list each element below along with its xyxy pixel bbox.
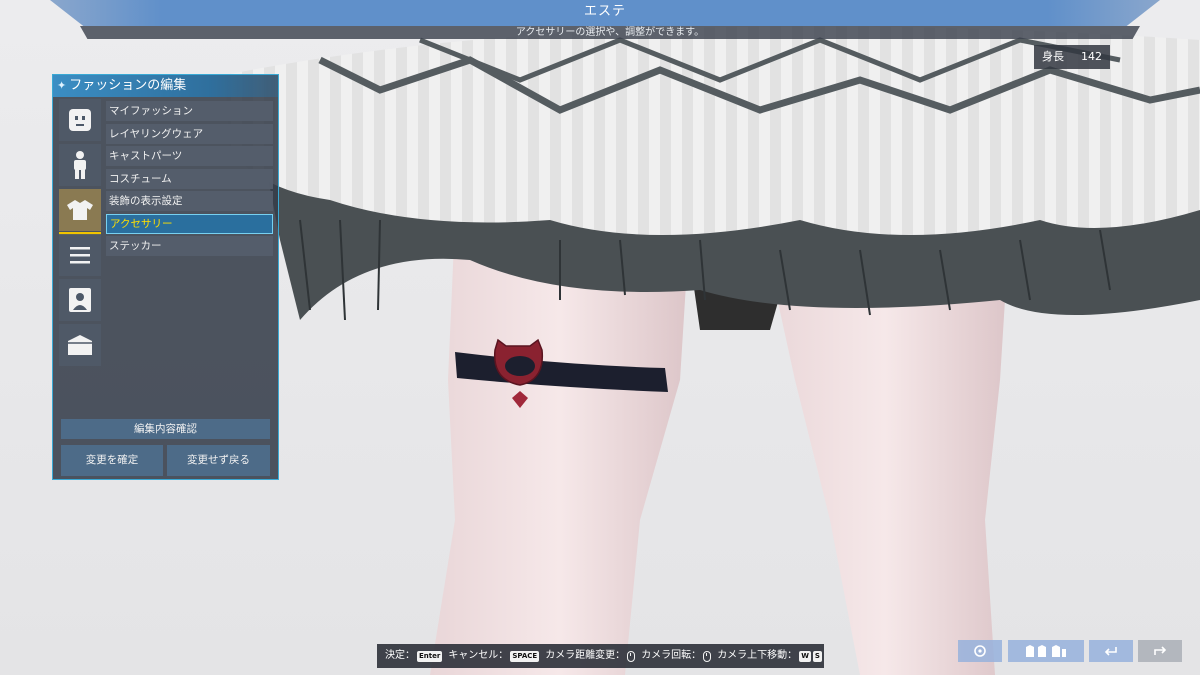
mouse-wheel-icon (627, 650, 636, 662)
panel-title: ファッションの編集 (69, 78, 187, 93)
hint-decide: 決定： Enter (385, 644, 443, 668)
category-portrait[interactable] (59, 279, 101, 321)
hint-vertical-label: カメラ上下移動： (717, 650, 798, 661)
hint-cancel: キャンセル： SPACE (448, 644, 540, 668)
enter-key-icon: Enter (417, 650, 443, 662)
folder-icon (68, 335, 92, 355)
menu-item-cast-parts[interactable]: キャストパーツ (106, 146, 273, 166)
hint-rotate: カメラ回転： (641, 644, 712, 668)
category-tabs (59, 99, 103, 369)
discard-changes-button[interactable]: 変更せず戻る (167, 445, 270, 476)
redo-button[interactable] (1138, 640, 1182, 662)
category-face[interactable] (59, 99, 101, 141)
menu-item-layering-wear[interactable]: レイヤリングウェア (106, 123, 273, 144)
category-folder[interactable] (59, 324, 101, 366)
panel-header: ✦ ファッションの編集 (53, 75, 278, 97)
height-display: 身長 142 (1034, 45, 1110, 69)
menu-item-costume[interactable]: コスチューム (106, 168, 273, 189)
portrait-icon (69, 288, 91, 312)
space-key-icon: SPACE (510, 650, 540, 662)
mouse-drag-icon (703, 650, 712, 662)
undo-icon (1104, 647, 1117, 656)
apply-changes-button[interactable]: 変更を確定 (61, 445, 163, 476)
hint-cancel-label: キャンセル： (448, 650, 509, 661)
hint-zoom: カメラ距離変更： (545, 644, 636, 668)
category-fashion[interactable] (59, 189, 101, 235)
hint-zoom-label: カメラ距離変更： (545, 650, 626, 661)
body-icon (74, 151, 86, 179)
fashion-menu: マイファッション レイヤリングウェア キャストパーツ コスチューム 装飾の表示設… (106, 101, 273, 259)
height-label: 身長 (1042, 50, 1064, 63)
hint-vertical: カメラ上下移動： W S (717, 644, 822, 668)
category-list[interactable] (59, 234, 101, 276)
screen-title: エステ (50, 0, 1160, 26)
menu-item-decoration-display[interactable]: 装飾の表示設定 (106, 191, 273, 211)
undo-button[interactable] (1089, 640, 1133, 662)
camera-icon (974, 645, 986, 657)
hint-rotate-label: カメラ回転： (641, 650, 702, 661)
screen-subtitle: アクセサリーの選択や、調整ができます。 (80, 26, 1140, 39)
outfit-icon (1026, 645, 1066, 657)
menu-item-accessory[interactable]: アクセサリー (106, 213, 273, 234)
outfit-toggle-button[interactable] (1008, 640, 1084, 662)
redo-icon (1154, 646, 1167, 655)
height-value: 142 (1081, 50, 1102, 63)
menu-item-my-fashion[interactable]: マイファッション (106, 101, 273, 121)
menu-item-sticker[interactable]: ステッカー (106, 236, 273, 256)
s-key-icon: S (812, 650, 822, 662)
review-edits-button[interactable]: 編集内容確認 (61, 419, 270, 439)
list-icon (70, 247, 90, 264)
camera-reset-button[interactable] (958, 640, 1002, 662)
fashion-edit-panel: ✦ ファッションの編集 マイファッション レイヤリングウェア キャストパーツ コ… (52, 74, 279, 480)
control-hints-bar: 決定： Enter キャンセル： SPACE カメラ距離変更： カメラ回転： カ… (377, 644, 824, 668)
hint-decide-label: 決定： (385, 650, 415, 661)
w-key-icon: W (799, 650, 811, 662)
shirt-icon (67, 200, 93, 220)
sparkle-icon: ✦ (57, 79, 67, 92)
category-body[interactable] (59, 144, 101, 186)
face-icon (69, 109, 91, 131)
